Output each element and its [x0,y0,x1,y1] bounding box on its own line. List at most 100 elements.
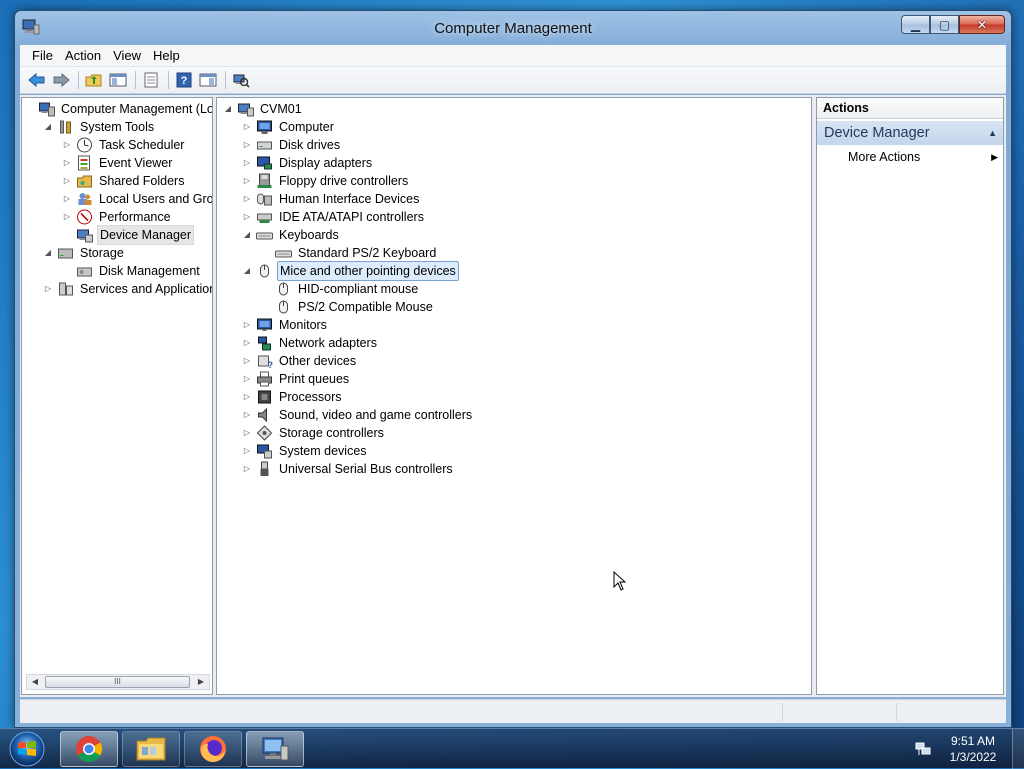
mouse-icon [260,264,269,278]
tree-row[interactable]: ▷ Human Interface Devices [242,190,421,208]
tree-row[interactable]: ▷ Print queues [242,370,351,388]
collapsed-triangle-icon[interactable]: ▷ [242,424,252,442]
tree-row[interactable]: ▷ Services and Applications [43,280,212,298]
start-button[interactable] [4,730,50,768]
tree-row[interactable]: HID-compliant mouse [261,280,420,298]
collapsed-triangle-icon[interactable]: ▷ [242,208,252,226]
tree-row[interactable]: ◢ Storage [43,244,126,262]
expanded-triangle-icon[interactable]: ◢ [242,226,252,244]
collapsed-triangle-icon[interactable]: ▷ [62,154,72,172]
tree-row[interactable]: ▷ Processors [242,388,344,406]
tree-row[interactable]: ▷ Computer [242,118,336,136]
menu-file[interactable]: File [26,48,59,63]
menu-action[interactable]: Action [59,48,107,63]
tree-row[interactable]: ▷ Sound, video and game controllers [242,406,474,424]
collapsed-triangle-icon[interactable]: ▷ [242,352,252,370]
show-desktop-button[interactable] [1012,729,1024,769]
scan-hardware-button[interactable] [230,69,252,91]
expanded-triangle-icon[interactable]: ◢ [43,118,53,136]
back-button[interactable] [26,69,48,91]
actions-section-device-manager[interactable]: Device Manager ▲ [817,121,1003,145]
title-bar[interactable]: Computer Management ▁ ▢ ✕ [15,11,1011,45]
tree-row[interactable]: ▷ IDE ATA/ATAPI controllers [242,208,426,226]
tree-row[interactable]: ▷ Universal Serial Bus controllers [242,460,455,478]
taskbar-clock[interactable]: 9:51 AM 1/3/2022 [942,733,1004,765]
tree-row[interactable]: Disk Management [62,262,202,280]
menu-view[interactable]: View [107,48,147,63]
up-folder-button[interactable] [83,69,105,91]
menu-help[interactable]: Help [147,48,186,63]
tree-row[interactable]: ▷ Event Viewer [62,154,174,172]
help-button[interactable]: ? [173,69,195,91]
tree-row[interactable]: ▷ Performance [62,208,173,226]
collapsed-triangle-icon[interactable]: ▷ [62,136,72,154]
collapsed-triangle-icon[interactable]: ▷ [43,280,53,298]
tree-row[interactable]: ▷ System devices [242,442,369,460]
show-hide-action-pane-button[interactable] [197,69,219,91]
tree-item-label: Device Manager [97,225,195,245]
scroll-left-icon[interactable]: ◀ [27,675,43,689]
collapsed-triangle-icon[interactable]: ▷ [62,172,72,190]
tree-row[interactable]: ◢ Keyboards [242,226,341,244]
expanded-triangle-icon[interactable]: ◢ [242,262,252,280]
maximize-button[interactable]: ▢ [930,15,959,34]
toolbar-separator [78,71,79,89]
collapse-up-icon[interactable]: ▲ [988,121,997,145]
close-button[interactable]: ✕ [959,15,1005,34]
chrome-icon [75,735,103,763]
collapsed-triangle-icon[interactable]: ▷ [242,406,252,424]
tree-item-label: Processors [279,390,342,404]
collapsed-triangle-icon[interactable]: ▷ [242,190,252,208]
tree-row[interactable]: ▷ Disk drives [242,136,342,154]
tree-row[interactable]: ▷ Monitors [242,316,329,334]
floppy-controller-icon [257,173,272,188]
scrollbar-thumb[interactable]: III [45,676,190,688]
tree-row[interactable]: Computer Management (Local [24,100,212,118]
collapsed-triangle-icon[interactable]: ▷ [242,172,252,190]
folder-icon [136,737,166,761]
taskbar-chrome-button[interactable] [60,731,118,767]
collapsed-triangle-icon[interactable]: ▷ [242,118,252,136]
forward-button[interactable] [50,69,72,91]
menu-bar: File Action View Help [20,45,1006,67]
collapsed-triangle-icon[interactable]: ▷ [62,190,72,208]
collapsed-triangle-icon[interactable]: ▷ [242,154,252,172]
collapsed-triangle-icon[interactable]: ▷ [242,460,252,478]
tree-row[interactable]: Device Manager [62,225,195,245]
tree-item-label: Network adapters [279,336,377,350]
collapsed-triangle-icon[interactable]: ▷ [242,388,252,406]
tree-row[interactable]: Standard PS/2 Keyboard [261,244,438,262]
tree-row[interactable]: ◢ CVM01 [223,100,304,118]
taskbar-explorer-button[interactable] [122,731,180,767]
tree-row[interactable]: ◢ Mice and other pointing devices [242,261,459,281]
collapsed-triangle-icon[interactable]: ▷ [242,136,252,154]
show-hide-console-tree-button[interactable] [107,69,129,91]
expanded-triangle-icon[interactable]: ◢ [43,244,53,262]
collapsed-triangle-icon[interactable]: ▷ [242,370,252,388]
collapsed-triangle-icon[interactable]: ▷ [242,316,252,334]
tree-row[interactable]: ▷ Floppy drive controllers [242,172,410,190]
tree-row[interactable]: ▷? Other devices [242,352,358,370]
collapsed-triangle-icon[interactable]: ▷ [242,334,252,352]
properties-button[interactable] [140,69,162,91]
taskbar-firefox-button[interactable] [184,731,242,767]
minimize-button[interactable]: ▁ [901,15,930,34]
collapsed-triangle-icon[interactable]: ▷ [62,208,72,226]
tree-row[interactable]: ▷ Task Scheduler [62,136,186,154]
tree-row[interactable]: ▷ Storage controllers [242,424,386,442]
tree-row[interactable]: ◢ System Tools [43,118,156,136]
console-tree-horizontal-scrollbar[interactable]: ◀ III ▶ [26,674,210,690]
expanded-triangle-icon[interactable]: ◢ [223,100,233,118]
network-tray-icon[interactable] [915,741,931,757]
keyboard-icon [256,232,273,240]
tree-row[interactable]: ▷ Shared Folders [62,172,186,190]
collapsed-triangle-icon[interactable]: ▷ [242,442,252,460]
tree-row[interactable]: PS/2 Compatible Mouse [261,298,435,316]
tree-row[interactable]: ▷ Local Users and Groups [62,190,212,208]
more-actions-item[interactable]: More Actions ▶ [848,147,998,167]
scroll-right-icon[interactable]: ▶ [193,675,209,689]
tree-row[interactable]: ▷ Display adapters [242,154,374,172]
taskbar-computer-management-button[interactable] [246,731,304,767]
tree-row[interactable]: ▷ Network adapters [242,334,379,352]
